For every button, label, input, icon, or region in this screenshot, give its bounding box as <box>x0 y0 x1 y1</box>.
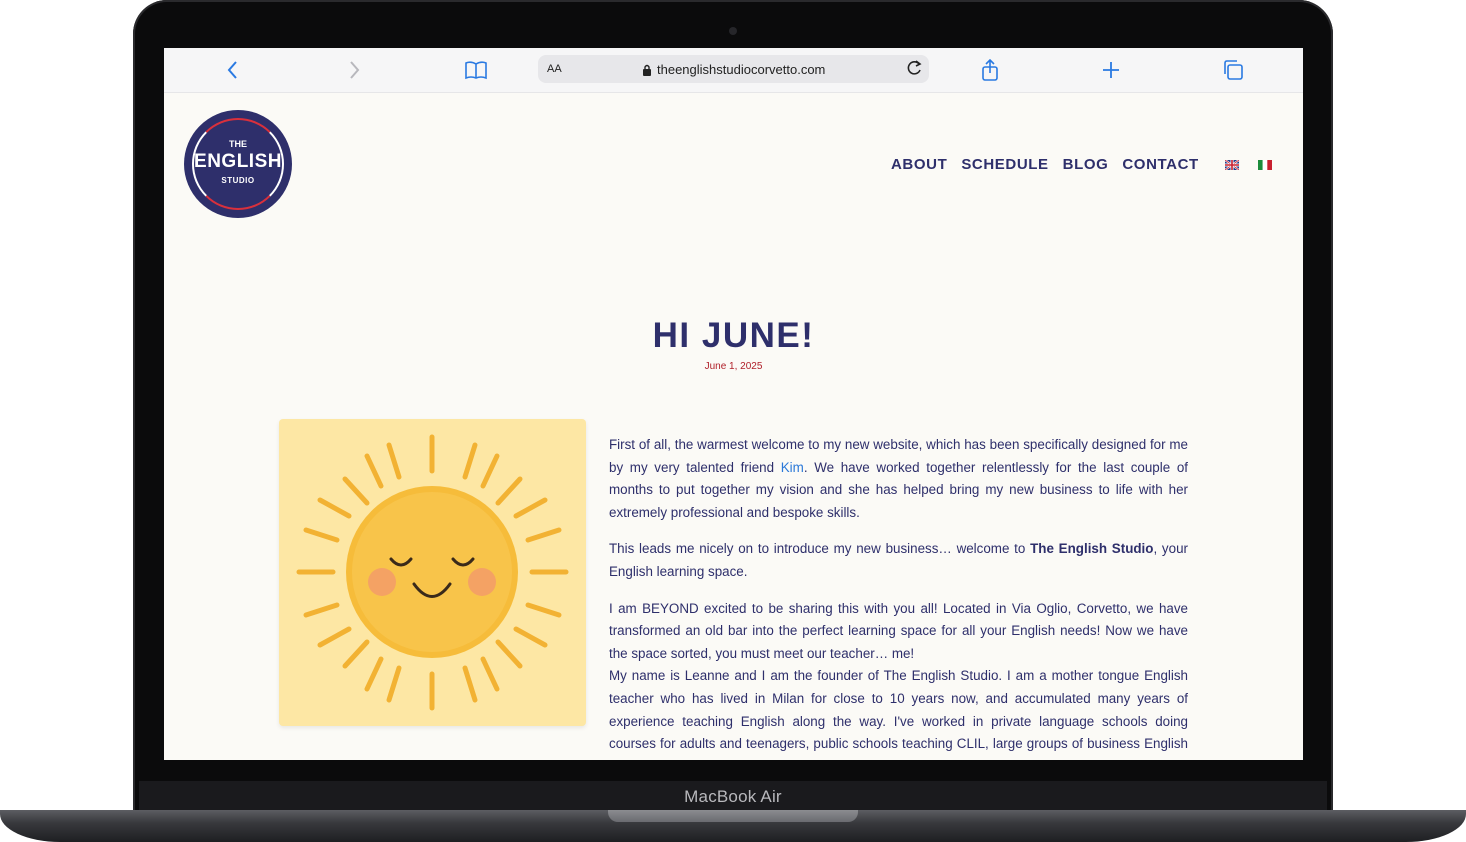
url-text: theenglishstudiocorvetto.com <box>657 62 826 77</box>
lock-icon <box>642 63 652 81</box>
nav-about[interactable]: ABOUT <box>891 156 947 173</box>
paragraph-4: My name is Leanne and I am the founder o… <box>609 668 1188 760</box>
studio-name: The English Studio <box>1030 541 1154 557</box>
logo-text-studio: STUDIO <box>221 176 255 185</box>
post-title: HI JUNE! <box>652 316 815 355</box>
back-icon[interactable] <box>220 57 246 83</box>
nav-blog[interactable]: BLOG <box>1063 156 1109 173</box>
forward-icon[interactable] <box>341 57 367 83</box>
browser-toolbar: AA theenglishstudiocorvetto.com <box>164 48 1303 93</box>
address-bar[interactable]: AA theenglishstudiocorvetto.com <box>538 55 929 83</box>
screen: AA theenglishstudiocorvetto.com THE ENGL… <box>164 48 1303 760</box>
post-image <box>279 419 586 726</box>
bookmarks-icon[interactable] <box>463 57 489 83</box>
camera-icon <box>729 27 737 35</box>
paragraph-2: This leads me nicely on to introduce my … <box>609 538 1188 583</box>
sun-icon <box>296 434 569 711</box>
reload-icon[interactable] <box>905 59 923 82</box>
laptop-bezel-bottom: MacBook Air <box>139 781 1327 811</box>
new-tab-icon[interactable] <box>1098 57 1124 83</box>
logo-text-the: THE <box>229 139 247 149</box>
kim-link[interactable]: Kim <box>781 460 804 475</box>
share-icon[interactable] <box>977 57 1003 83</box>
it-flag-icon[interactable] <box>1258 160 1272 170</box>
en-flag-icon[interactable] <box>1225 160 1239 170</box>
site-logo[interactable]: THE ENGLISH STUDIO <box>184 110 292 218</box>
post-date: June 1, 2025 <box>704 361 763 372</box>
p2-text-a: This leads me nicely on to introduce my … <box>609 541 1031 557</box>
nav-contact[interactable]: CONTACT <box>1122 156 1198 173</box>
paragraph-3: I am BEYOND excited to be sharing this w… <box>609 600 1188 661</box>
laptop-notch <box>608 810 858 822</box>
reader-mode-button[interactable]: AA <box>547 63 562 75</box>
device-label: MacBook Air <box>684 787 782 806</box>
tabs-icon[interactable] <box>1220 57 1246 83</box>
post-body: First of all, the warmest welcome to my … <box>609 434 1188 760</box>
nav-schedule[interactable]: SCHEDULE <box>961 156 1048 173</box>
logo-text-english: ENGLISH <box>194 151 282 172</box>
paragraph-1: First of all, the warmest welcome to my … <box>609 434 1188 524</box>
main-nav: ABOUT SCHEDULE BLOG CONTACT <box>891 156 1199 173</box>
